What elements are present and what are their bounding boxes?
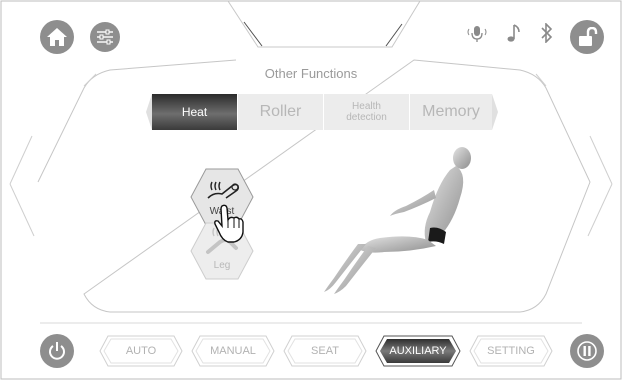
music-button[interactable] <box>506 22 522 44</box>
tab-roller-label: Roller <box>259 103 302 120</box>
leg-label: Leg <box>213 260 231 271</box>
mode-seat-button[interactable]: SEAT <box>282 334 368 368</box>
tab-heat-label: Heat <box>181 105 208 119</box>
unlocked-padlock-icon <box>579 27 598 46</box>
mode-setting-button[interactable]: SETTING <box>468 334 554 368</box>
lock-button[interactable] <box>570 20 604 54</box>
tab-roller[interactable]: Roller <box>238 94 324 130</box>
tab-health-detection[interactable]: Health detection <box>324 94 410 130</box>
mode-auto-label: AUTO <box>125 345 157 357</box>
page-title: Other Functions <box>264 66 358 81</box>
mode-seat-label: SEAT <box>311 345 339 357</box>
pause-button[interactable] <box>570 334 604 368</box>
tab-health-detection-label: Health detection <box>346 101 387 123</box>
pointing-hand-icon <box>214 204 244 243</box>
mode-manual-button[interactable]: MANUAL <box>190 334 276 368</box>
pause-icon <box>577 341 597 361</box>
bluetooth-button[interactable] <box>540 22 554 44</box>
mode-auxiliary-label: AUXILIARY <box>389 345 447 357</box>
tab-memory-label: Memory <box>422 103 480 120</box>
voice-control-button[interactable] <box>466 24 488 44</box>
function-tab-bar: Heat Roller Health detection Memory <box>146 94 498 130</box>
bluetooth-icon <box>541 23 553 43</box>
sliders-icon <box>97 29 113 45</box>
mode-auxiliary-button[interactable]: AUXILIARY <box>374 334 462 368</box>
reclining-body-model <box>324 147 471 294</box>
tab-heat[interactable]: Heat <box>152 94 238 130</box>
music-note-icon <box>507 24 520 42</box>
power-button[interactable] <box>40 334 74 368</box>
microphone-icon <box>467 26 487 42</box>
tab-memory[interactable]: Memory <box>410 94 492 130</box>
mode-auto-button[interactable]: AUTO <box>98 334 184 368</box>
power-icon <box>49 342 65 360</box>
mode-manual-label: MANUAL <box>210 345 256 357</box>
mode-setting-label: SETTING <box>487 345 535 357</box>
massage-chair-screen: Other Functions Heat Roller Health detec… <box>0 0 622 380</box>
settings-sliders-button[interactable] <box>90 22 120 52</box>
home-button[interactable] <box>40 20 74 54</box>
home-icon <box>47 28 67 46</box>
